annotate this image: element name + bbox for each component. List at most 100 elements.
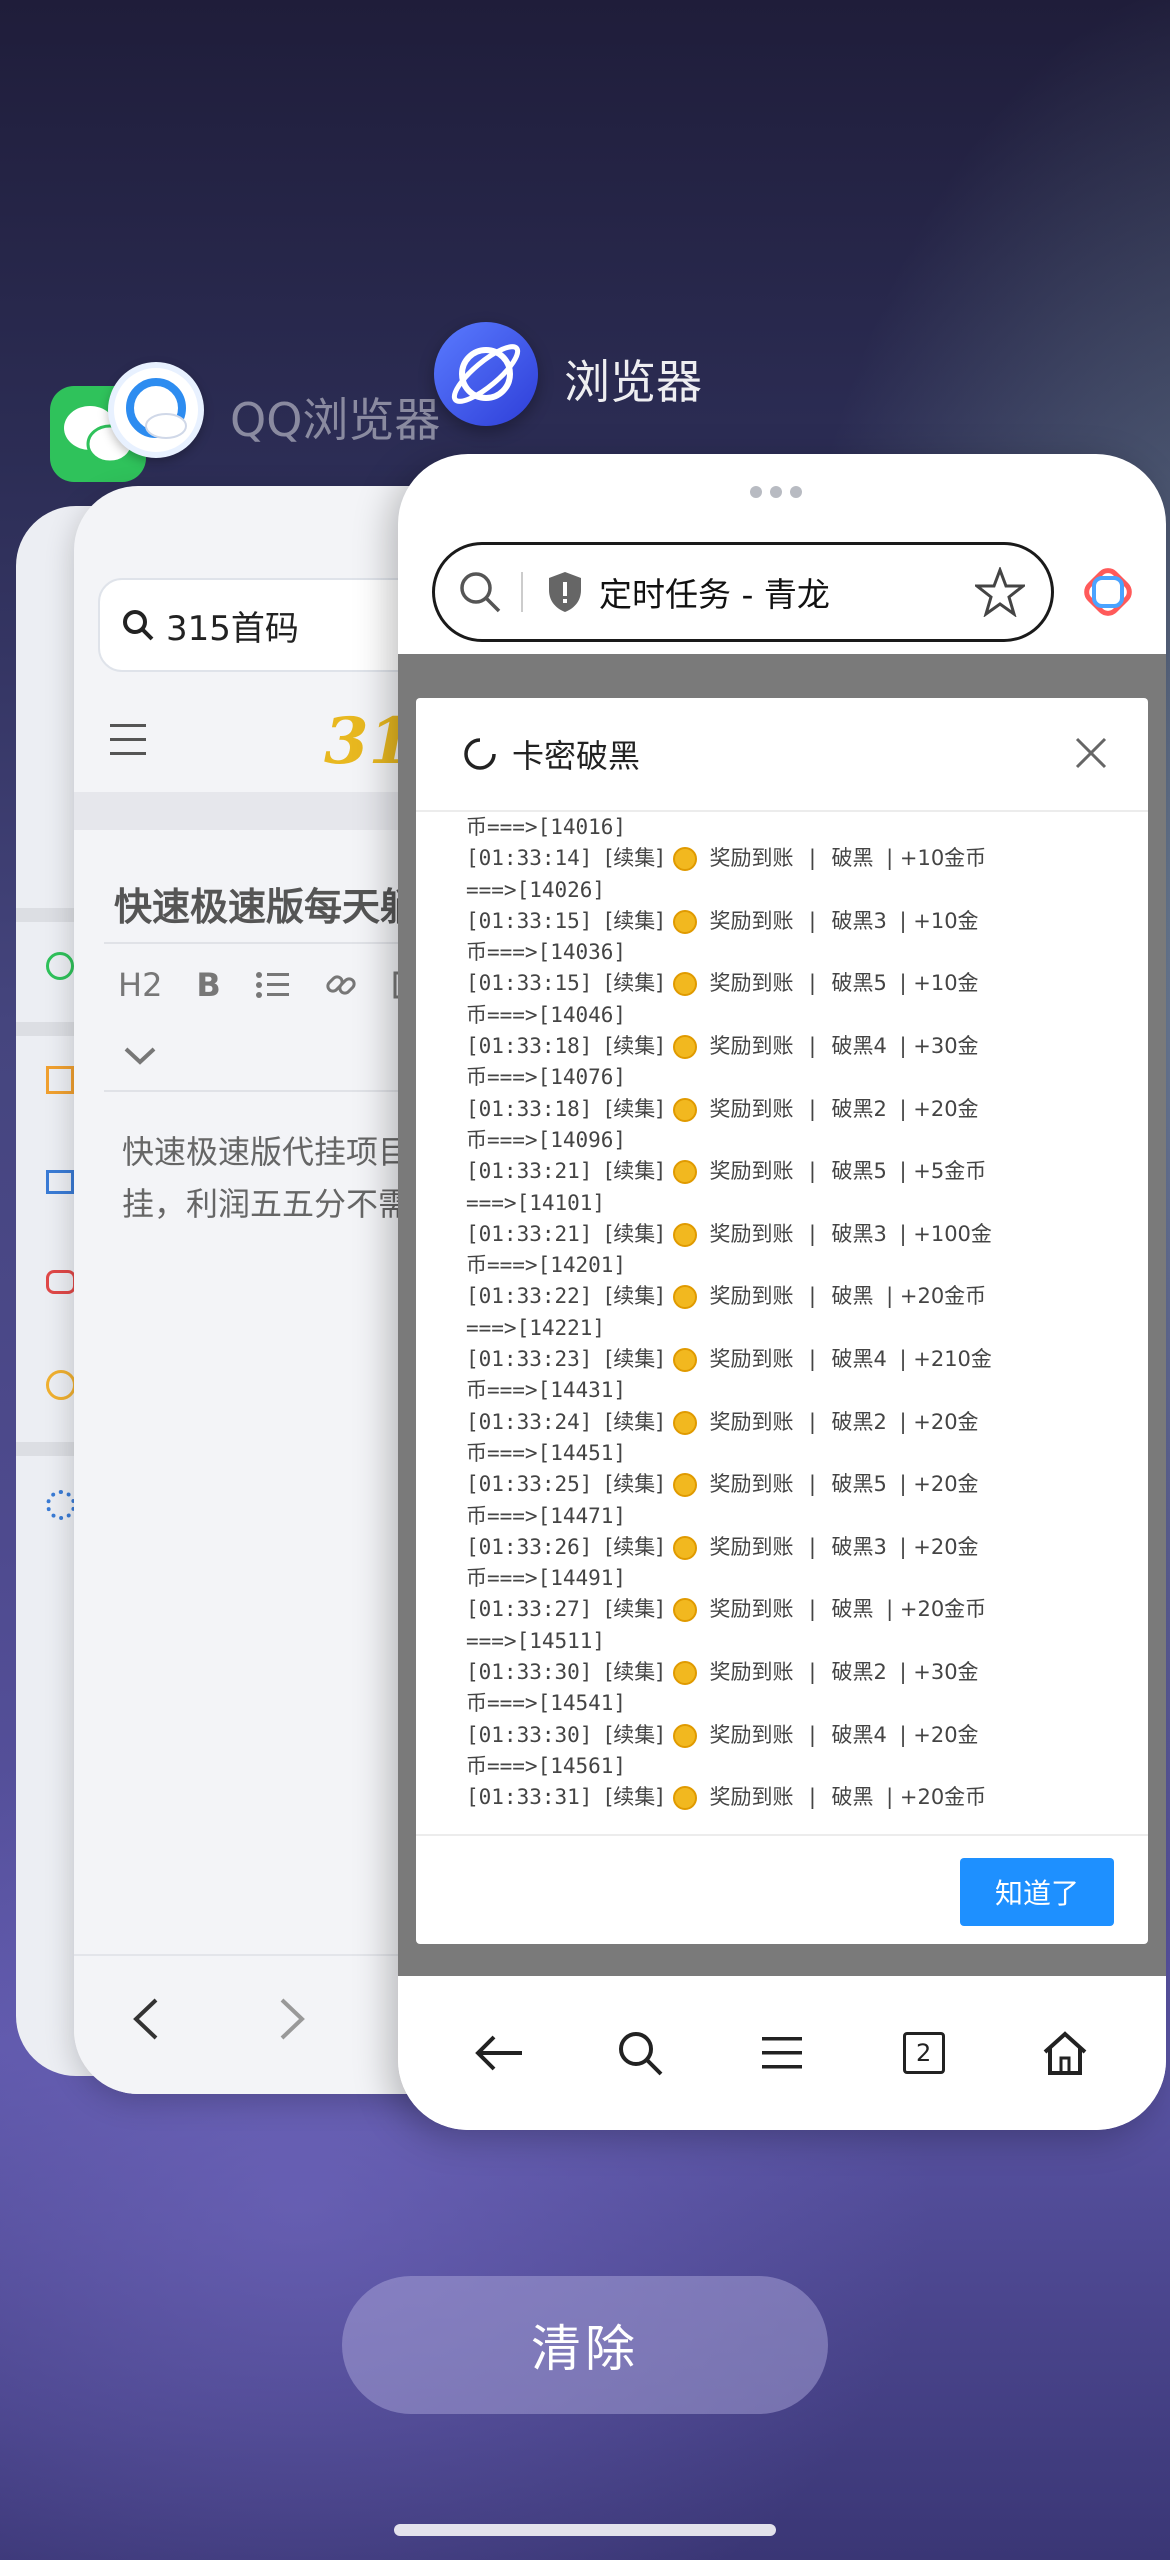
log-rule: 破黑3	[831, 1534, 887, 1559]
log-continuation: ===>[14101]	[466, 1190, 606, 1215]
log-line: 币===>[14036]	[466, 937, 1126, 968]
log-time: [01:33:21]	[466, 1159, 593, 1184]
log-rule: 破黑5	[831, 1472, 887, 1497]
got-it-button[interactable]: 知道了	[960, 1858, 1114, 1926]
log-separator: |	[806, 971, 819, 996]
recent-app-card-browser[interactable]: 定时任务 - 青龙 卡密破黑 币===>[14016] [01:33:14] [续…	[398, 454, 1166, 2130]
log-line: [01:33:22] [续集] 奖励到账 | 破黑 | +20金币	[466, 1281, 1126, 1312]
log-continuation: 币===>[14046]	[466, 1002, 627, 1027]
log-time: [01:33:31]	[466, 1785, 593, 1810]
log-line: [01:33:30] [续集] 奖励到账 | 破黑4 | +20金	[466, 1720, 1126, 1751]
coin-icon	[673, 1723, 698, 1748]
log-message: 奖励到账	[709, 1096, 794, 1121]
close-icon[interactable]	[1074, 736, 1108, 770]
log-line: 币===>[14451]	[466, 1438, 1126, 1469]
log-line: 币===>[14491]	[466, 1563, 1126, 1594]
log-rule: 破黑2	[831, 1409, 887, 1434]
log-separator: |	[806, 846, 819, 871]
log-separator: |	[806, 1785, 819, 1810]
qq-browser-app-icon[interactable]	[108, 362, 204, 458]
menu-button[interactable]	[742, 2013, 822, 2093]
log-line: [01:33:26] [续集] 奖励到账 | 破黑3 | +20金	[466, 1532, 1126, 1563]
log-line: [01:33:15] [续集] 奖励到账 | 破黑5 | +10金	[466, 968, 1126, 999]
menu-icon[interactable]	[110, 722, 150, 758]
log-gain: | +20金币	[886, 1785, 987, 1810]
log-rule: 破黑5	[831, 1159, 887, 1184]
log-gain: | +210金	[899, 1347, 992, 1372]
dialog-header: 卡密破黑	[416, 698, 1148, 812]
log-line: [01:33:24] [续集] 奖励到账 | 破黑2 | +20金	[466, 1407, 1126, 1438]
log-tag: [续集]	[605, 908, 664, 933]
log-continuation: 币===>[14491]	[466, 1566, 627, 1591]
log-continuation: ===>[14221]	[466, 1315, 606, 1340]
back-button[interactable]	[459, 2013, 539, 2093]
log-continuation: 币===>[14096]	[466, 1127, 627, 1152]
coin-icon	[673, 1348, 698, 1373]
home-indicator[interactable]	[394, 2524, 776, 2536]
log-rule: 破黑3	[831, 908, 887, 933]
log-line: ===>[14511]	[466, 1626, 1126, 1657]
coin-icon	[673, 1535, 698, 1560]
log-line: [01:33:23] [续集] 奖励到账 | 破黑4 | +210金	[466, 1344, 1126, 1375]
clear-all-button[interactable]: 清除	[342, 2276, 828, 2414]
back-arrow-icon[interactable]	[130, 1996, 160, 2042]
log-time: [01:33:21]	[466, 1221, 593, 1246]
log-continuation: 币===>[14076]	[466, 1065, 627, 1090]
dialog-title: 卡密破黑	[512, 737, 641, 775]
log-message: 奖励到账	[709, 1221, 794, 1246]
log-gain: | +30金	[899, 1034, 979, 1059]
extensions-icon[interactable]	[1080, 564, 1136, 620]
log-separator: |	[806, 1409, 819, 1434]
qq-browser-app-label: QQ浏览器	[230, 393, 441, 447]
log-tag: [续集]	[605, 1284, 664, 1309]
log-continuation: 币===>[14036]	[466, 940, 627, 965]
log-separator: |	[806, 1159, 819, 1184]
log-message: 奖励到账	[709, 1472, 794, 1497]
log-gain: | +20金币	[886, 1597, 987, 1622]
log-line: 币===>[14471]	[466, 1501, 1126, 1532]
star-bookmark-icon[interactable]	[975, 567, 1025, 617]
log-tag: [续集]	[605, 1722, 664, 1747]
log-line: 币===>[14076]	[466, 1062, 1126, 1093]
log-separator: |	[806, 908, 819, 933]
log-line: 币===>[14046]	[466, 1000, 1126, 1031]
chevron-down-icon[interactable]	[124, 1046, 156, 1066]
shield-icon[interactable]	[545, 570, 585, 614]
address-bar[interactable]: 定时任务 - 青龙	[432, 542, 1054, 642]
search-icon	[123, 610, 154, 641]
search-button[interactable]	[600, 2013, 680, 2093]
log-tag: [续集]	[605, 1221, 664, 1246]
log-tag: [续集]	[605, 1347, 664, 1372]
log-gain: | +30金	[899, 1660, 979, 1685]
log-gain: | +5金币	[899, 1159, 987, 1184]
log-gain: | +20金	[899, 1534, 979, 1559]
home-button[interactable]	[1025, 2013, 1105, 2093]
coin-icon	[673, 847, 698, 872]
tabs-button[interactable]: 2	[884, 2013, 964, 2093]
card-more-dots[interactable]	[750, 486, 802, 498]
log-gain: | +20金	[899, 1722, 979, 1747]
search-icon	[460, 572, 501, 613]
log-time: [01:33:23]	[466, 1347, 593, 1372]
log-line: 币===>[14541]	[466, 1688, 1126, 1719]
log-message: 奖励到账	[709, 1034, 794, 1059]
coin-icon	[673, 1410, 698, 1435]
image-icon	[46, 1170, 74, 1194]
link-icon[interactable]	[323, 967, 359, 1003]
log-time: [01:33:15]	[466, 971, 593, 996]
bold-button[interactable]: B	[196, 966, 220, 1004]
forward-arrow-icon[interactable]	[278, 1996, 308, 2042]
log-line: ===>[14221]	[466, 1313, 1126, 1344]
log-gain: | +100金	[899, 1221, 992, 1246]
browser-app-icon[interactable]	[434, 322, 538, 426]
log-time: [01:33:15]	[466, 908, 593, 933]
log-message: 奖励到账	[709, 1409, 794, 1434]
log-line: [01:33:31] [续集] 奖励到账 | 破黑 | +20金币	[466, 1782, 1126, 1812]
log-separator: |	[806, 1284, 819, 1309]
heading-button[interactable]: H2	[118, 966, 162, 1004]
log-rule: 破黑5	[831, 971, 887, 996]
log-continuation: 币===>[14471]	[466, 1503, 627, 1528]
qq-search-text: 315首码	[166, 608, 299, 649]
list-icon[interactable]	[255, 970, 289, 1000]
log-tag: [续集]	[605, 1534, 664, 1559]
